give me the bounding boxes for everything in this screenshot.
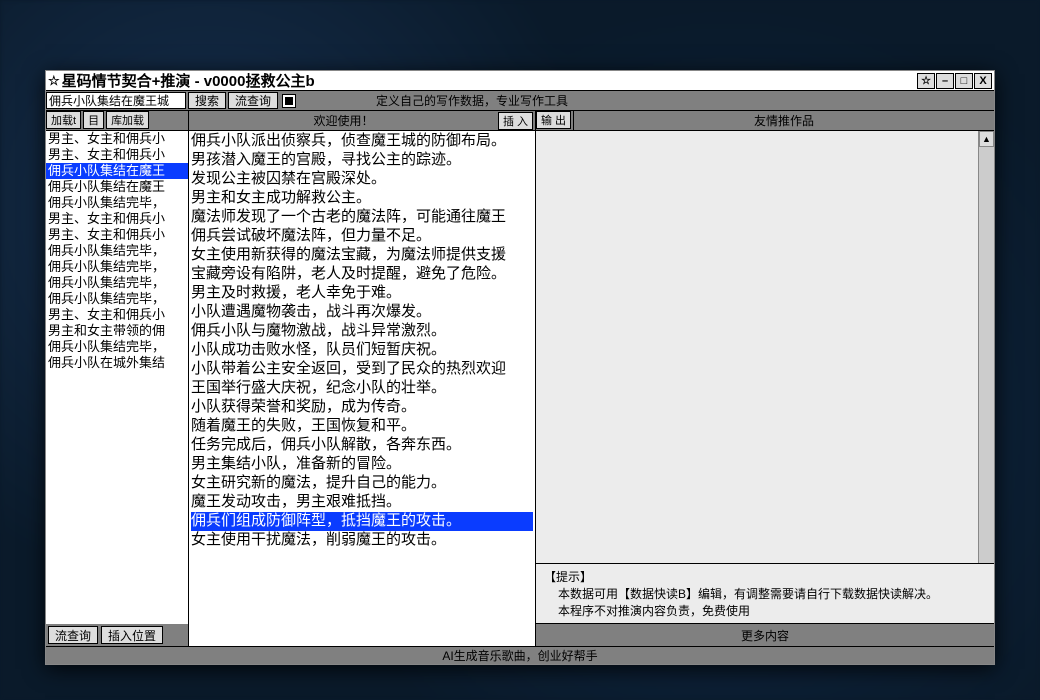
recommend-label[interactable]: 友情推作品: [574, 111, 994, 130]
scroll-up-icon[interactable]: ▲: [979, 131, 994, 147]
window-title: 星码情节契合+推演 - v0000拯救公主b: [62, 70, 917, 91]
story-line[interactable]: 男主及时救援，老人幸免于难。: [191, 284, 533, 303]
toolbar-checkbox[interactable]: [282, 94, 296, 108]
story-line[interactable]: 女主使用干扰魔法，削弱魔王的攻击。: [191, 531, 533, 550]
story-line[interactable]: 女主研究新的魔法，提升自己的能力。: [191, 474, 533, 493]
story-line[interactable]: 随着魔王的失败，王国恢复和平。: [191, 417, 533, 436]
titlebar-star-button[interactable]: ☆: [917, 73, 935, 89]
toolbar-hint: 定义自己的写作数据，专业写作工具: [376, 92, 568, 109]
main-area: 男主、女主和佣兵小男主、女主和佣兵小佣兵小队集结在魔王佣兵小队集结在魔王佣兵小队…: [46, 131, 994, 646]
left-list[interactable]: 男主、女主和佣兵小男主、女主和佣兵小佣兵小队集结在魔王佣兵小队集结在魔王佣兵小队…: [46, 131, 188, 624]
right-panel: ▲ 【提示】 本数据可用【数据快读B】编辑，有调整需要请自行下载数据快读解决。 …: [536, 131, 994, 646]
story-line[interactable]: 王国举行盛大庆祝，纪念小队的壮举。: [191, 379, 533, 398]
left-flow-query-button[interactable]: 流查询: [48, 626, 98, 644]
maximize-button[interactable]: □: [955, 73, 973, 89]
close-button[interactable]: X: [974, 73, 992, 89]
story-line[interactable]: 魔法师发现了一个古老的魔法阵，可能通往魔王: [191, 208, 533, 227]
list-item[interactable]: 男主、女主和佣兵小: [46, 211, 188, 227]
toolbar-secondary: 加载t 目 库加载 欢迎使用！ 插 入 输 出 友情推作品: [46, 111, 994, 131]
list-item[interactable]: 佣兵小队集结完毕，: [46, 339, 188, 355]
story-line[interactable]: 小队遭遇魔物袭击，战斗再次爆发。: [191, 303, 533, 322]
story-line[interactable]: 佣兵小队派出侦察兵，侦查魔王城的防御布局。: [191, 132, 533, 151]
insert-position-button[interactable]: 插入位置: [101, 626, 163, 644]
mid-panel: 佣兵小队派出侦察兵，侦查魔王城的防御布局。男孩潜入魔王的宫殿，寻找公主的踪迹。发…: [189, 131, 536, 646]
titlebar: ☆ 星码情节契合+推演 - v0000拯救公主b ☆ – □ X: [46, 71, 994, 91]
lib-load-button[interactable]: 库加载: [106, 111, 149, 129]
more-button[interactable]: 更多内容: [536, 624, 994, 646]
tips-box: 【提示】 本数据可用【数据快读B】编辑，有调整需要请自行下载数据快读解决。 本程…: [536, 564, 994, 624]
list-item[interactable]: 佣兵小队集结在魔王: [46, 163, 188, 179]
left-bottom-bar: 流查询 插入位置: [46, 624, 188, 646]
story-line[interactable]: 任务完成后，佣兵小队解散，各奔东西。: [191, 436, 533, 455]
toolbar-primary: 搜索 流查询 定义自己的写作数据，专业写作工具: [46, 91, 994, 111]
list-item[interactable]: 佣兵小队集结完毕，: [46, 275, 188, 291]
story-line[interactable]: 小队获得荣誉和奖励，成为传奇。: [191, 398, 533, 417]
list-item[interactable]: 男主、女主和佣兵小: [46, 131, 188, 147]
welcome-label: 欢迎使用！: [189, 112, 498, 129]
left-panel: 男主、女主和佣兵小男主、女主和佣兵小佣兵小队集结在魔王佣兵小队集结在魔王佣兵小队…: [46, 131, 189, 646]
tips-title: 【提示】: [544, 568, 986, 585]
app-window: ☆ 星码情节契合+推演 - v0000拯救公主b ☆ – □ X 搜索 流查询 …: [45, 70, 995, 665]
story-line[interactable]: 男主和女主成功解救公主。: [191, 189, 533, 208]
list-item[interactable]: 佣兵小队在城外集结: [46, 355, 188, 371]
address-input[interactable]: [46, 92, 186, 109]
list-item[interactable]: 男主、女主和佣兵小: [46, 227, 188, 243]
story-line[interactable]: 男孩潜入魔王的宫殿，寻找公主的踪迹。: [191, 151, 533, 170]
list-item[interactable]: 男主、女主和佣兵小: [46, 147, 188, 163]
list-item[interactable]: 佣兵小队集结完毕，: [46, 243, 188, 259]
tips-line-2: 本程序不对推演内容负责，免费使用: [544, 602, 986, 619]
load-button[interactable]: 加载t: [46, 111, 81, 129]
right-preview: ▲: [536, 131, 994, 564]
tips-line-1: 本数据可用【数据快读B】编辑，有调整需要请自行下载数据快读解决。: [544, 585, 986, 602]
star-icon: ☆: [48, 73, 60, 89]
story-line[interactable]: 女主使用新获得的魔法宝藏，为魔法师提供支援: [191, 246, 533, 265]
output-button[interactable]: 输 出: [536, 111, 571, 129]
list-item[interactable]: 佣兵小队集结完毕，: [46, 291, 188, 307]
catalog-button[interactable]: 目: [83, 111, 104, 129]
story-line[interactable]: 发现公主被囚禁在宫殿深处。: [191, 170, 533, 189]
list-item[interactable]: 佣兵小队集结完毕，: [46, 195, 188, 211]
list-item[interactable]: 男主和女主带领的佣: [46, 323, 188, 339]
story-line[interactable]: 佣兵们组成防御阵型，抵挡魔王的攻击。: [191, 512, 533, 531]
story-line[interactable]: 小队带着公主安全返回，受到了民众的热烈欢迎: [191, 360, 533, 379]
story-line[interactable]: 佣兵尝试破坏魔法阵，但力量不足。: [191, 227, 533, 246]
search-button[interactable]: 搜索: [188, 92, 226, 109]
minimize-button[interactable]: –: [936, 73, 954, 89]
footer-label[interactable]: AI生成音乐歌曲，创业好帮手: [46, 646, 994, 664]
flow-query-button[interactable]: 流查询: [228, 92, 278, 109]
story-text[interactable]: 佣兵小队派出侦察兵，侦查魔王城的防御布局。男孩潜入魔王的宫殿，寻找公主的踪迹。发…: [189, 131, 535, 551]
story-line[interactable]: 小队成功击败水怪，队员们短暂庆祝。: [191, 341, 533, 360]
story-line[interactable]: 魔王发动攻击，男主艰难抵挡。: [191, 493, 533, 512]
story-line[interactable]: 宝藏旁设有陷阱，老人及时提醒，避免了危险。: [191, 265, 533, 284]
story-line[interactable]: 佣兵小队与魔物激战，战斗异常激烈。: [191, 322, 533, 341]
list-item[interactable]: 佣兵小队集结完毕，: [46, 259, 188, 275]
story-line[interactable]: 男主集结小队，准备新的冒险。: [191, 455, 533, 474]
list-item[interactable]: 佣兵小队集结在魔王: [46, 179, 188, 195]
insert-button[interactable]: 插 入: [498, 112, 533, 130]
list-item[interactable]: 男主、女主和佣兵小: [46, 307, 188, 323]
scrollbar[interactable]: ▲: [978, 131, 994, 563]
